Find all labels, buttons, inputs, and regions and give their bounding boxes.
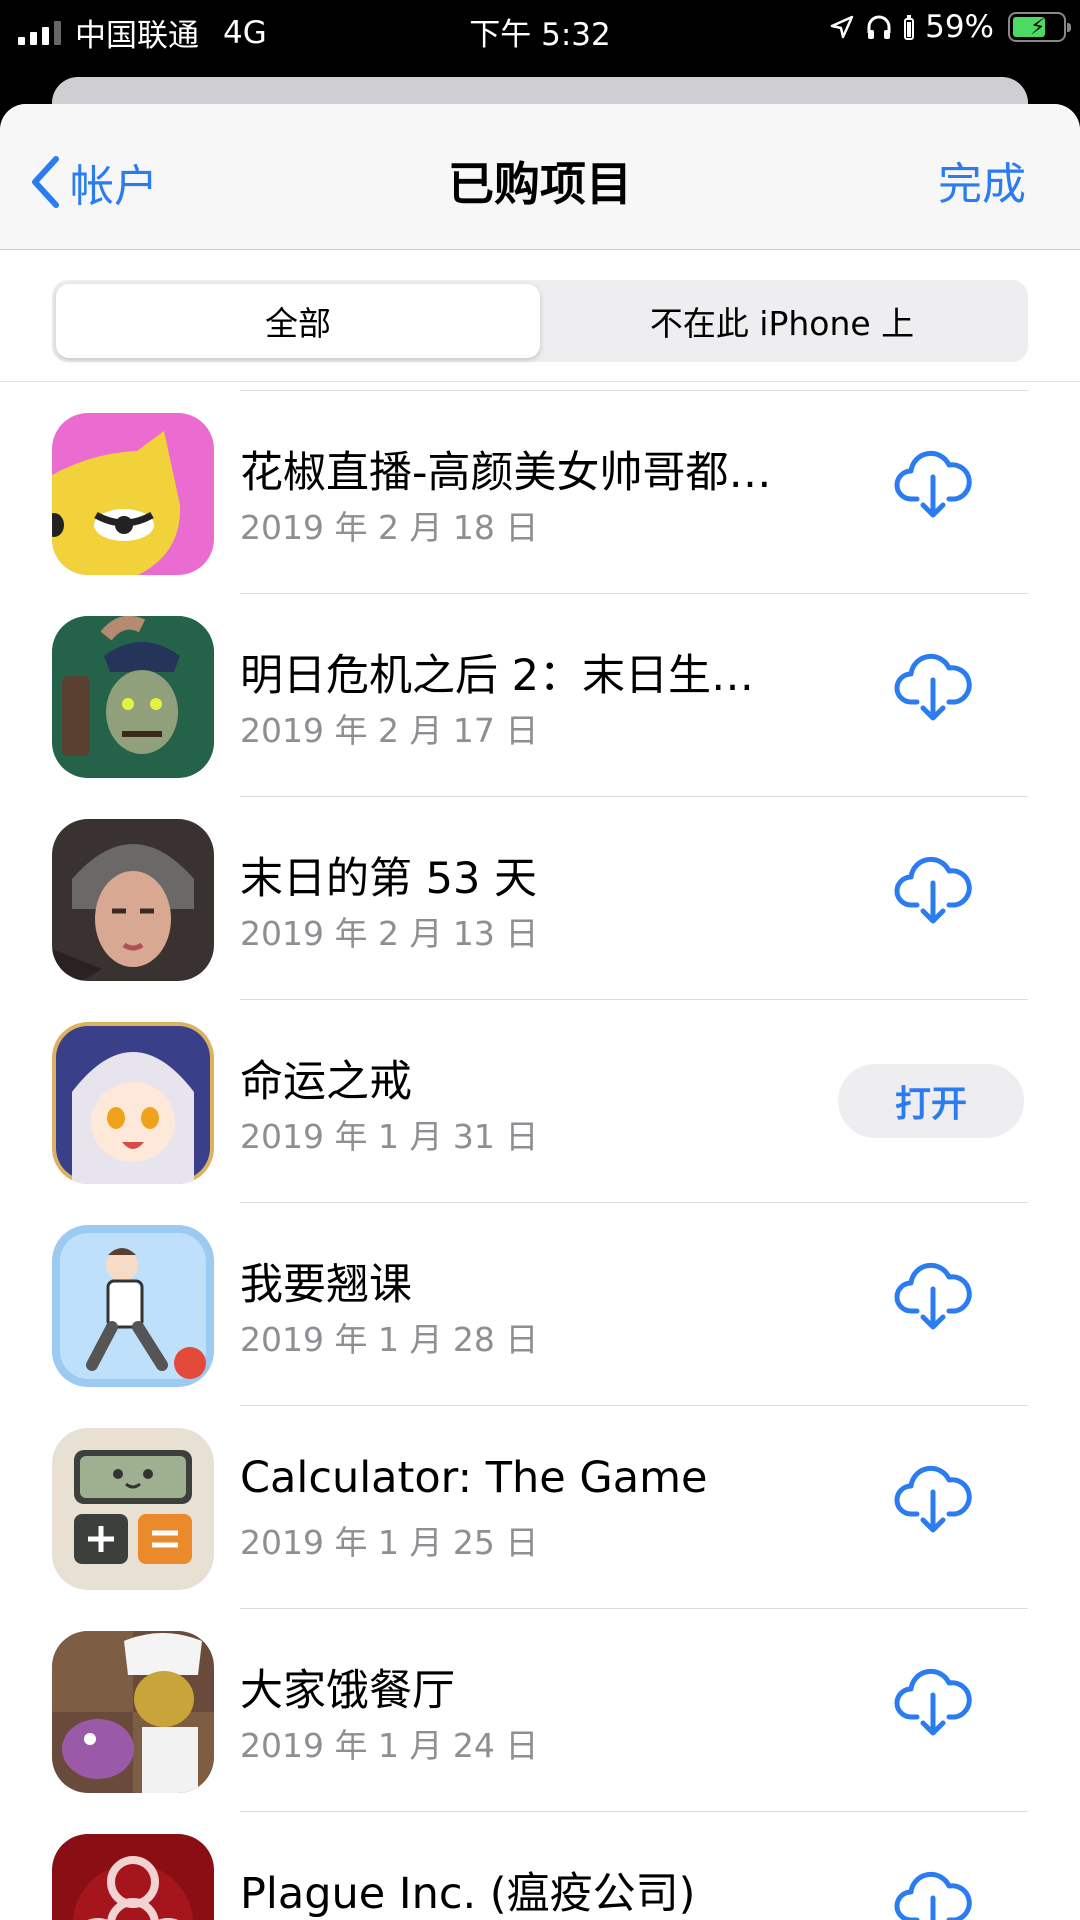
purchase-date: 2019 年 2 月 13 日 xyxy=(240,914,539,953)
purchase-date: 2019 年 2 月 18 日 xyxy=(240,508,539,547)
cloud-download-icon[interactable] xyxy=(893,1864,973,1920)
list-item[interactable]: 末日的第 53 天 2019 年 2 月 13 日 xyxy=(0,797,1080,1000)
app-name: Calculator: The Game xyxy=(240,1453,708,1503)
cloud-download-icon[interactable] xyxy=(893,1661,973,1741)
navigation-bar: 帐户 已购项目 完成 xyxy=(0,104,1080,250)
headphone-battery-icon xyxy=(904,15,915,40)
purchased-sheet: 帐户 已购项目 完成 全部 不在此 iPhone 上 花椒直播-高颜美女帅哥都…… xyxy=(0,104,1080,1920)
location-arrow-icon xyxy=(830,15,854,39)
app-name: 我要翘课 xyxy=(240,1260,412,1310)
battery-icon: ⚡ xyxy=(1008,12,1071,42)
segment-container: 全部 不在此 iPhone 上 xyxy=(0,250,1080,382)
app-icon-ring-of-fate xyxy=(52,1022,214,1184)
segment-all[interactable]: 全部 xyxy=(56,284,540,358)
headphones-icon xyxy=(867,15,891,39)
cloud-download-icon[interactable] xyxy=(893,1458,973,1538)
app-name: 花椒直播-高颜美女帅哥都… xyxy=(240,448,772,498)
list-item[interactable]: 我要翘课 2019 年 1 月 28 日 xyxy=(0,1203,1080,1406)
list-item[interactable]: 明日危机之后 2：末日生… 2019 年 2 月 17 日 xyxy=(0,594,1080,797)
app-icon-zombie-crisis xyxy=(52,616,214,778)
app-icon-day-53 xyxy=(52,819,214,981)
app-icon-hungry-restaurant xyxy=(52,1631,214,1793)
page-title: 已购项目 xyxy=(448,157,632,211)
purchase-date: 2019 年 2 月 17 日 xyxy=(240,711,539,750)
app-name: 明日危机之后 2：末日生… xyxy=(240,651,755,701)
app-name: 末日的第 53 天 xyxy=(240,854,538,904)
app-icon-huajiao xyxy=(52,413,214,575)
purchase-date: 2019 年 1 月 25 日 xyxy=(240,1523,539,1562)
segmented-control: 全部 不在此 iPhone 上 xyxy=(52,280,1028,362)
app-name: Plague Inc. (瘟疫公司) xyxy=(240,1869,696,1919)
list-item[interactable]: Calculator: The Game 2019 年 1 月 25 日 xyxy=(0,1406,1080,1609)
open-button[interactable]: 打开 xyxy=(838,1064,1024,1138)
app-name: 命运之戒 xyxy=(240,1057,412,1107)
list-item[interactable]: Plague Inc. (瘟疫公司) xyxy=(0,1812,1080,1920)
purchased-list: 花椒直播-高颜美女帅哥都… 2019 年 2 月 18 日 明日危机之后 2：末… xyxy=(0,390,1080,1920)
purchase-date: 2019 年 1 月 31 日 xyxy=(240,1117,539,1156)
cloud-download-icon[interactable] xyxy=(893,443,973,523)
purchase-date: 2019 年 1 月 24 日 xyxy=(240,1726,539,1765)
purchase-date: 2019 年 1 月 28 日 xyxy=(240,1320,539,1359)
app-icon-calculator-game xyxy=(52,1428,214,1590)
app-name: 大家饿餐厅 xyxy=(240,1666,455,1716)
cloud-download-icon[interactable] xyxy=(893,1255,973,1335)
app-icon-skip-class xyxy=(52,1225,214,1387)
list-item[interactable]: 命运之戒 2019 年 1 月 31 日 打开 xyxy=(0,1000,1080,1203)
cloud-download-icon[interactable] xyxy=(893,646,973,726)
list-item[interactable]: 花椒直播-高颜美女帅哥都… 2019 年 2 月 18 日 xyxy=(0,391,1080,594)
cloud-download-icon[interactable] xyxy=(893,849,973,929)
done-button[interactable]: 完成 xyxy=(938,148,1026,212)
segment-not-on-device[interactable]: 不在此 iPhone 上 xyxy=(540,284,1024,358)
battery-percent: 59% xyxy=(925,9,994,45)
list-item[interactable]: 大家饿餐厅 2019 年 1 月 24 日 xyxy=(0,1609,1080,1812)
status-bar: 中国联通 4G 下午 5:32 59% ⚡ xyxy=(0,0,1080,54)
app-icon-plague-inc xyxy=(52,1834,214,1920)
